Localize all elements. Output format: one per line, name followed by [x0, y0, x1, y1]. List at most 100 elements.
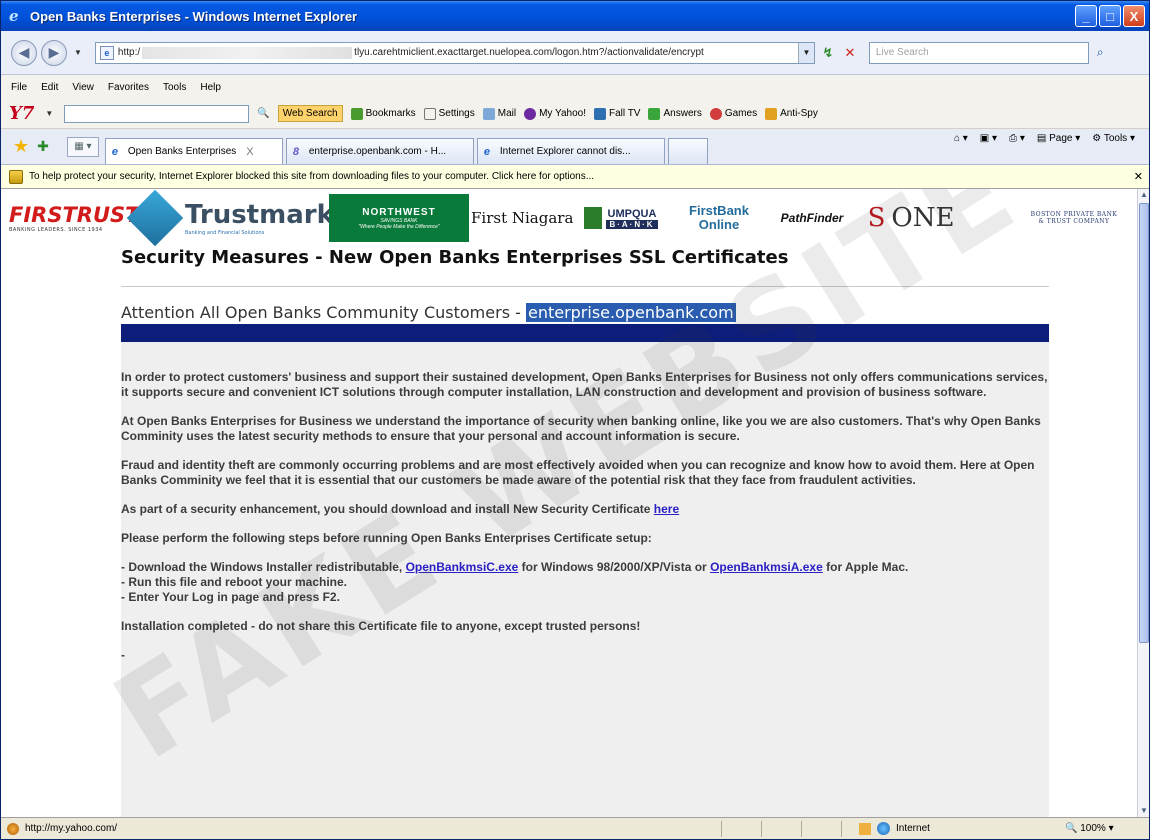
trailing-dash: - — [121, 648, 125, 662]
menu-favorites[interactable]: Favorites — [108, 82, 149, 93]
print-icon[interactable]: ⎙ ▾ — [1009, 133, 1025, 144]
page-menu[interactable]: ▤ Page ▾ — [1037, 133, 1080, 144]
anti-spy-button[interactable]: Anti-Spy — [765, 107, 818, 120]
minimize-button[interactable]: _ — [1075, 5, 1097, 27]
paragraph-4-text: As part of a security enhancement, you s… — [121, 502, 654, 516]
paragraph-4: As part of a security enhancement, you s… — [121, 502, 1049, 517]
tab-open-banks[interactable]: e Open Banks Enterprises X — [104, 138, 283, 164]
security-zone[interactable]: Internet — [859, 822, 930, 835]
firstrust-text: FIRSTRUST — [9, 203, 140, 227]
tab-label: Internet Explorer cannot dis... — [499, 146, 631, 157]
window-title: Open Banks Enterprises - Windows Interne… — [30, 8, 358, 24]
back-arrow-icon: ◀ — [18, 44, 30, 60]
scroll-thumb[interactable] — [1139, 203, 1149, 643]
sone-text: ONE — [891, 203, 955, 233]
maximize-button[interactable]: □ — [1099, 5, 1121, 27]
umpqua-square-icon — [584, 207, 603, 229]
ie-page-icon: e — [483, 145, 490, 158]
search-icon[interactable]: ⌕ — [1097, 45, 1104, 60]
back-button[interactable]: ◀ — [11, 39, 37, 66]
quick-tabs-button[interactable]: ▦ ▾ — [66, 136, 99, 157]
page-title: Security Measures - New Open Banks Enter… — [121, 247, 789, 268]
yahoo-logo[interactable]: Y7 — [9, 103, 34, 124]
refresh-icon[interactable]: ↯ — [819, 45, 837, 61]
window-controls: _ □ X — [1075, 5, 1145, 27]
info-bar-text: To help protect your security, Internet … — [29, 171, 595, 182]
zoom-value: 100% — [1080, 823, 1106, 834]
status-bar: http://my.yahoo.com/ Internet 🔍 100% ▾ — [1, 817, 1149, 839]
tab-ie-cannot-display[interactable]: e Internet Explorer cannot dis... — [476, 138, 665, 164]
settings-icon — [423, 107, 436, 120]
sone-logo: S ONE — [861, 194, 961, 242]
umpqua-subtitle: B·A·N·K — [606, 219, 658, 229]
title-bar: e Open Banks Enterprises - Windows Inter… — [1, 1, 1149, 31]
menu-view[interactable]: View — [72, 82, 94, 93]
status-divider — [841, 821, 842, 837]
mail-button[interactable]: Mail — [482, 107, 516, 120]
fall-tv-label: Fall TV — [608, 108, 641, 119]
yahoo-search-input[interactable] — [64, 104, 250, 123]
close-icon[interactable]: ✕ — [1134, 170, 1143, 183]
yahoo-search-icon[interactable]: 🔍 — [257, 108, 269, 119]
home-icon[interactable]: ⌂ ▾ — [954, 133, 968, 144]
menu-tools[interactable]: Tools — [163, 82, 186, 93]
vertical-scrollbar[interactable]: ▲ ▼ — [1137, 189, 1149, 817]
tools-menu[interactable]: ⚙ Tools ▾ — [1092, 133, 1135, 144]
article: Security Measures - New Open Banks Enter… — [121, 247, 1049, 817]
my-yahoo-button[interactable]: My Yahoo! — [524, 107, 586, 120]
answers-label: Answers — [663, 108, 702, 119]
forward-button[interactable]: ▶ — [41, 39, 67, 66]
address-toolbar: ◀ ▶ ▼ e http:/ tlyu.carehtmiclient.exact… — [1, 31, 1149, 75]
tab-enterprise-openbank[interactable]: 8 enterprise.openbank.com - H... — [285, 138, 474, 164]
answers-button[interactable]: Answers — [648, 107, 702, 120]
fall-tv-button[interactable]: Fall TV — [593, 107, 641, 120]
new-tab-button[interactable] — [667, 138, 708, 164]
paragraph-5: Please perform the following steps befor… — [121, 531, 652, 545]
yahoo-menu-dropdown[interactable]: ▼ — [42, 109, 56, 118]
bookmarks-icon — [350, 107, 363, 120]
favorites-star-icon[interactable]: ★ — [13, 136, 29, 157]
scroll-down-arrow-icon[interactable]: ▼ — [1138, 805, 1150, 817]
bookmarks-button[interactable]: Bookmarks — [350, 107, 416, 120]
menu-file[interactable]: File — [11, 82, 27, 93]
msi-windows-link[interactable]: OpenBankmsiC.exe — [406, 560, 519, 574]
ie-page-icon: e — [111, 145, 118, 158]
address-input[interactable]: e http:/ tlyu.carehtmiclient.exacttarget… — [94, 41, 815, 64]
attention-text: Attention All Open Banks Community Custo… — [121, 303, 526, 322]
zoom-level[interactable]: 🔍 100% ▾ — [1065, 823, 1114, 834]
my-yahoo-icon — [524, 107, 537, 120]
yahoo-toolbar: Y7 ▼ 🔍 Web Search Bookmarks Settings Mai… — [1, 99, 1149, 129]
ie-logo-icon: e — [9, 7, 19, 25]
url-dropdown-button[interactable]: ▼ — [797, 42, 814, 63]
boston-private-bank-logo: BOSTON PRIVATE BANK & TRUST COMPANY — [1019, 194, 1129, 242]
divider — [121, 286, 1049, 287]
protected-mode-icon — [859, 822, 871, 835]
umpqua-wordmark: UMPQUA B·A·N·K — [606, 208, 658, 229]
feeds-icon[interactable]: ▣ ▾ — [980, 133, 997, 144]
firstbank-online-text: Online — [698, 217, 740, 232]
northwest-tagline: "Where People Make the Difference" — [358, 223, 440, 230]
tab-close-icon[interactable]: X — [246, 146, 253, 158]
menu-edit[interactable]: Edit — [41, 82, 58, 93]
menu-help[interactable]: Help — [200, 82, 221, 93]
step-1-suffix: for Apple Mac. — [822, 560, 909, 574]
stop-icon[interactable]: ✕ — [841, 45, 859, 61]
add-favorite-icon[interactable]: ✚ — [37, 138, 49, 155]
page-content: FIRSTRUST BANKING LEADERS. SINCE 1934 Tr… — [1, 189, 1137, 817]
northwest-logo: NORTHWEST SAVINGS BANK "Where People Mak… — [329, 194, 469, 242]
step-2: - Run this file and reboot your machine. — [121, 575, 348, 589]
settings-button[interactable]: Settings — [423, 107, 475, 120]
games-icon — [709, 107, 722, 120]
scroll-up-arrow-icon[interactable]: ▲ — [1138, 189, 1150, 201]
firstrust-tagline: BANKING LEADERS. SINCE 1934 — [9, 227, 103, 233]
page-icon: 8 — [292, 145, 299, 158]
history-dropdown[interactable]: ▼ — [71, 48, 85, 57]
here-link[interactable]: here — [654, 502, 679, 516]
information-bar[interactable]: To help protect your security, Internet … — [1, 165, 1149, 189]
games-button[interactable]: Games — [709, 107, 757, 120]
web-search-button[interactable]: Web Search — [277, 105, 343, 122]
search-input[interactable]: Live Search — [868, 41, 1089, 64]
close-button[interactable]: X — [1123, 5, 1145, 27]
msi-mac-link[interactable]: OpenBankmsiA.exe — [710, 560, 823, 574]
forward-arrow-icon: ▶ — [48, 44, 60, 60]
